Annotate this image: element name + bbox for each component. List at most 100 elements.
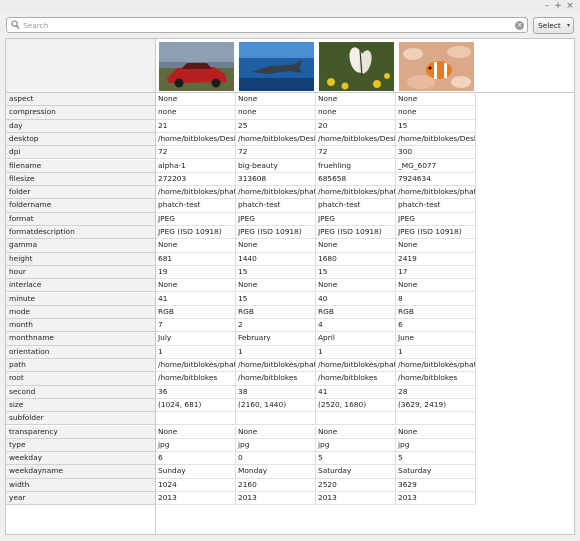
grid-cell[interactable]: 38 <box>236 385 316 399</box>
grid-cell[interactable]: None <box>316 239 396 253</box>
grid-cell[interactable]: 8 <box>396 292 476 306</box>
grid-cell[interactable]: Saturday <box>396 465 476 479</box>
grid-cell[interactable]: 2013 <box>156 492 236 506</box>
grid-cell[interactable]: 2160 <box>236 478 316 492</box>
grid-cell[interactable]: RGB <box>396 305 476 320</box>
grid-cell[interactable]: April <box>316 332 396 346</box>
row-header-minute[interactable]: minute <box>6 292 155 306</box>
grid-cell[interactable]: 15 <box>236 292 316 306</box>
grid-cell[interactable]: JPEG (ISO 10918) <box>396 226 476 240</box>
grid-cell[interactable]: none <box>316 106 396 120</box>
grid-cell[interactable]: jpg <box>156 438 236 453</box>
grid-cell[interactable]: 1 <box>396 345 476 359</box>
grid-cell[interactable]: 300 <box>396 146 476 160</box>
grid-cell[interactable]: phatch-test <box>396 199 476 213</box>
row-header-weekday[interactable]: weekday <box>6 452 155 466</box>
grid-cell[interactable]: jpg <box>236 438 316 453</box>
row-header-type[interactable]: type <box>6 438 155 453</box>
grid-cell[interactable]: JPEG <box>396 212 476 226</box>
grid-cell[interactable]: 17 <box>396 265 476 280</box>
grid-cell[interactable]: 7924634 <box>396 172 476 187</box>
minimize-button[interactable]: – <box>542 1 552 12</box>
grid-cell[interactable]: None <box>236 425 316 439</box>
row-header-transparency[interactable]: transparency <box>6 425 155 439</box>
grid-cell[interactable]: JPEG (ISO 10918) <box>316 226 396 240</box>
grid-cell[interactable] <box>396 412 476 426</box>
grid-cell[interactable]: 3629 <box>396 478 476 492</box>
grid-cell[interactable]: /home/bitblokes/phatch-test <box>156 186 236 200</box>
grid-cell[interactable]: JPEG <box>156 212 236 226</box>
grid-cell[interactable]: February <box>236 332 316 346</box>
grid-cell[interactable]: 685658 <box>316 172 396 187</box>
grid-cell[interactable]: 313608 <box>236 172 316 187</box>
grid-cell[interactable]: None <box>396 279 476 293</box>
close-window-button[interactable]: × <box>565 1 575 12</box>
grid-cell[interactable]: 1440 <box>236 252 316 266</box>
grid-cell[interactable]: 15 <box>316 265 396 280</box>
grid-cell[interactable]: jpg <box>316 438 396 453</box>
grid-cell[interactable]: 40 <box>316 292 396 306</box>
grid-cell[interactable]: None <box>236 279 316 293</box>
row-header-width[interactable]: width <box>6 478 155 492</box>
grid-cell[interactable]: 6 <box>396 319 476 333</box>
grid-cell[interactable]: /home/bitblokes/Desktop <box>236 132 316 147</box>
grid-cell[interactable]: 36 <box>156 385 236 399</box>
grid-cell[interactable]: 72 <box>156 146 236 160</box>
row-header-height[interactable]: height <box>6 252 155 266</box>
grid-cell[interactable]: None <box>156 239 236 253</box>
grid-cell[interactable]: RGB <box>156 305 236 320</box>
grid-cell[interactable]: None <box>396 93 476 107</box>
grid-cell[interactable]: /home/bitblokes/phatch-test <box>396 359 476 373</box>
grid-cell[interactable]: 1680 <box>316 252 396 266</box>
grid-cell[interactable]: 21 <box>156 119 236 133</box>
grid-cell[interactable] <box>316 412 396 426</box>
grid-cell[interactable]: 28 <box>396 385 476 399</box>
grid-cell[interactable]: /home/bitblokes/phatch-test <box>156 359 236 373</box>
grid-cell[interactable]: alpha-1 <box>156 159 236 173</box>
row-header-second[interactable]: second <box>6 385 155 399</box>
grid-cell[interactable]: RGB <box>236 305 316 320</box>
grid-cell[interactable]: 272203 <box>156 172 236 187</box>
grid-cell[interactable]: 2013 <box>396 492 476 506</box>
grid-cell[interactable]: 25 <box>236 119 316 133</box>
grid-cell[interactable]: 1 <box>156 345 236 359</box>
grid-cell[interactable]: big-beauty <box>236 159 316 173</box>
row-header-subfolder[interactable]: subfolder <box>6 412 155 426</box>
grid-cell[interactable]: None <box>316 279 396 293</box>
grid-cell[interactable]: None <box>236 239 316 253</box>
search-input[interactable] <box>23 19 511 31</box>
grid-cell[interactable]: 2013 <box>236 492 316 506</box>
row-header-month[interactable]: month <box>6 319 155 333</box>
grid-cell[interactable]: 72 <box>236 146 316 160</box>
select-dropdown[interactable]: Select ▾ <box>533 17 574 34</box>
grid-cell[interactable]: fruehling <box>316 159 396 173</box>
grid-cell[interactable]: none <box>236 106 316 120</box>
grid-cell[interactable]: 7 <box>156 319 236 333</box>
grid-cell[interactable]: None <box>236 93 316 107</box>
row-header-filename[interactable]: filename <box>6 159 155 173</box>
thumbnail-alpha-1[interactable] <box>159 42 234 91</box>
grid-cell[interactable]: None <box>156 93 236 107</box>
grid-cell[interactable]: 20 <box>316 119 396 133</box>
row-header-filesize[interactable]: filesize <box>6 172 155 187</box>
grid-cell[interactable]: None <box>156 279 236 293</box>
thumbnail-fruehling[interactable] <box>319 42 394 91</box>
grid-cell[interactable]: (2520, 1680) <box>316 398 396 413</box>
row-header-hour[interactable]: hour <box>6 265 155 280</box>
grid-cell[interactable]: /home/bitblokes/Desktop <box>316 132 396 147</box>
grid-cell[interactable]: /home/bitblokes/phatch-test <box>396 186 476 200</box>
grid-cell[interactable]: 0 <box>236 452 316 466</box>
row-header-monthname[interactable]: monthname <box>6 332 155 346</box>
thumbnail-big-beauty[interactable] <box>239 42 314 91</box>
grid-cell[interactable]: 19 <box>156 265 236 280</box>
grid-cell[interactable]: phatch-test <box>316 199 396 213</box>
row-header-aspect[interactable]: aspect <box>6 93 155 107</box>
grid-cell[interactable] <box>236 412 316 426</box>
row-header-day[interactable]: day <box>6 119 155 133</box>
grid-cell[interactable]: June <box>396 332 476 346</box>
grid-cell[interactable]: /home/bitblokes <box>316 372 396 386</box>
grid-cell[interactable]: 1 <box>236 345 316 359</box>
grid-cell[interactable]: 681 <box>156 252 236 266</box>
grid-cell[interactable]: None <box>396 425 476 439</box>
grid-cell[interactable]: 15 <box>236 265 316 280</box>
